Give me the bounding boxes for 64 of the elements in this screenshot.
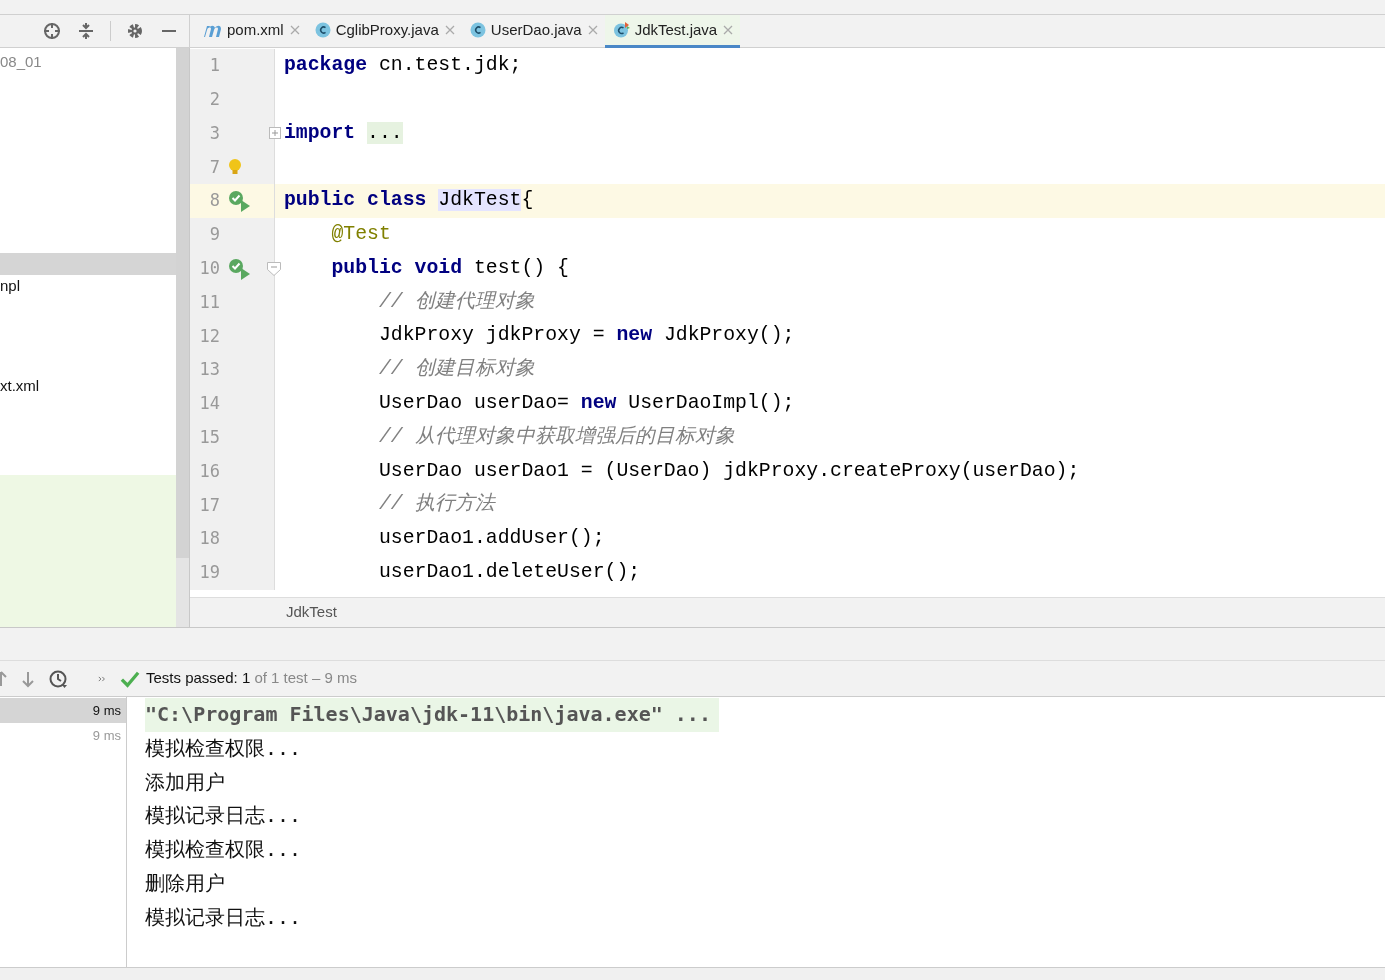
code-line: UserDao userDao= new UserDaoImpl(); xyxy=(377,391,795,414)
code-line: userDao1.addUser(); xyxy=(377,527,605,550)
line-number: 13 xyxy=(198,358,220,382)
code-line: package cn.test.jdk; xyxy=(284,54,522,76)
code-line: public void test() { xyxy=(330,256,569,279)
close-icon[interactable] xyxy=(443,24,456,36)
history-icon[interactable] xyxy=(48,668,68,689)
close-icon[interactable] xyxy=(722,24,735,36)
code-line: // 执行方法 xyxy=(377,493,495,516)
close-icon[interactable] xyxy=(288,24,301,36)
run-test-icon[interactable] xyxy=(228,190,252,213)
line-number: 15 xyxy=(198,425,220,449)
scrollbar-thumb[interactable] xyxy=(176,48,189,558)
line-number: 3 xyxy=(208,121,220,145)
lightbulb-icon[interactable] xyxy=(228,158,242,177)
console-output: 模拟记录日志... xyxy=(145,903,302,931)
console-output: 模拟检查权限... xyxy=(145,836,302,864)
code-line: JdkProxy jdkProxy = new JdkProxy(); xyxy=(377,324,795,347)
line-number: 1 xyxy=(208,54,220,78)
run-test-icon[interactable] xyxy=(228,257,252,280)
locate-icon[interactable] xyxy=(42,21,62,41)
code-line: userDao1.deleteUser(); xyxy=(377,560,641,583)
close-icon[interactable] xyxy=(586,24,599,36)
line-number: 8 xyxy=(208,189,220,213)
line-number: 17 xyxy=(198,493,220,517)
tree-item[interactable]: 08_01 xyxy=(0,51,176,73)
breadcrumb-item[interactable]: JdkTest xyxy=(286,601,337,624)
code-line: import ... xyxy=(284,121,403,144)
code-line: UserDao userDao1 = (UserDao) jdkProxy.createProxy(userDao); xyxy=(377,459,1080,482)
code-line: // 创建代理对象 xyxy=(377,290,535,313)
up-arrow-icon[interactable] xyxy=(0,668,8,689)
line-number: 11 xyxy=(198,290,220,314)
line-number: 2 xyxy=(208,87,220,111)
editor-tab[interactable]: pom.xml xyxy=(194,15,307,48)
editor-tab[interactable]: JdkTest.java xyxy=(604,15,741,48)
line-number: 9 xyxy=(208,223,220,247)
settings-icon[interactable] xyxy=(125,21,145,41)
editor-tab[interactable]: UserDao.java xyxy=(461,15,605,48)
test-duration[interactable]: 9 ms xyxy=(0,698,126,723)
line-number: 14 xyxy=(198,392,220,416)
code-line: // 创建目标对象 xyxy=(377,358,535,381)
line-number: 19 xyxy=(198,561,220,585)
console-output: 删除用户 xyxy=(145,870,225,897)
line-number: 18 xyxy=(198,527,220,551)
line-number: 12 xyxy=(198,324,220,348)
line-number: 7 xyxy=(208,155,220,179)
test-class-file-icon xyxy=(612,22,630,38)
code-line: public class JdkTest{ xyxy=(284,189,534,212)
fold-collapse-icon[interactable] xyxy=(267,261,281,276)
console-output: 模拟检查权限... xyxy=(145,734,302,762)
fold-expand-icon[interactable] xyxy=(269,126,281,139)
line-number: 10 xyxy=(198,256,220,280)
code-line: // 从代理对象中获取增强后的目标对象 xyxy=(377,425,735,448)
console-output: 添加用户 xyxy=(145,768,225,796)
test-status-text: Tests passed: 1 of 1 test – 9 ms xyxy=(146,668,357,689)
editor-tab[interactable]: CglibProxy.java xyxy=(306,15,462,48)
line-number: 16 xyxy=(198,459,220,483)
collapse-icon[interactable] xyxy=(76,21,96,41)
class-file-icon xyxy=(314,22,331,38)
tree-item[interactable]: npl xyxy=(0,275,176,297)
tree-item[interactable]: xt.xml xyxy=(0,375,176,397)
console-output: 模拟记录日志... xyxy=(145,802,302,830)
code-line: @Test xyxy=(330,223,391,245)
class-file-icon xyxy=(469,22,486,38)
